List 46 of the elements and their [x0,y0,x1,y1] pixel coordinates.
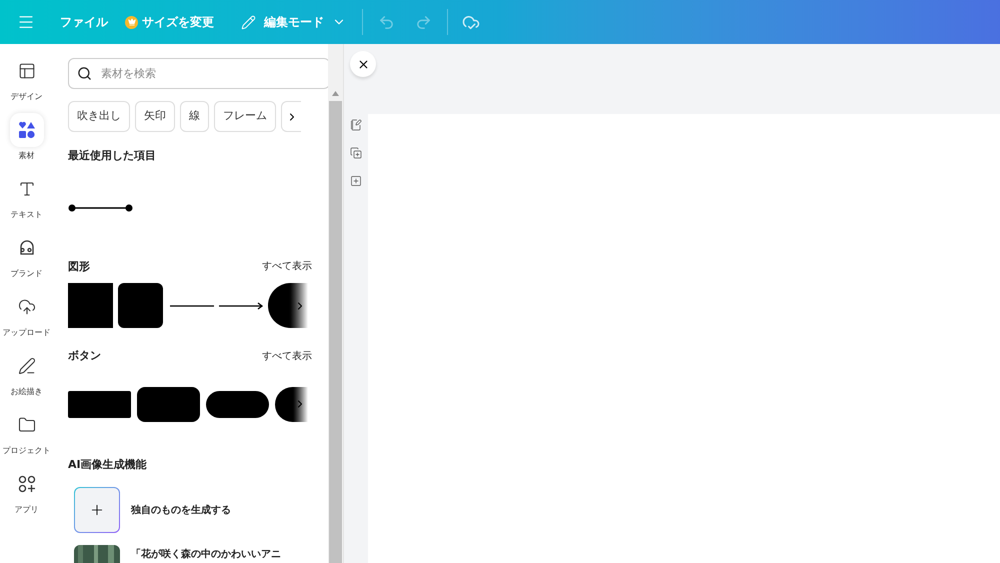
circle-button-shape[interactable] [275,386,308,422]
see-all-link[interactable]: すべて表示 [262,348,312,364]
ai-item[interactable]: 「花が咲く森の中のかわいいアニ [74,545,325,563]
sidebar-item[interactable]: アプリ [0,467,53,516]
notes-icon[interactable] [350,119,362,131]
line-shape[interactable] [170,304,214,308]
pill-button-shape[interactable] [206,390,269,418]
search-icon [77,66,92,81]
layout-icon [18,62,36,80]
search-field[interactable]: 素材を検索 [68,58,328,89]
ai-item[interactable]: 独自のものを生成する [74,487,325,533]
pencil-icon [241,14,256,30]
filter-chip[interactable]: 矢印 [135,101,175,132]
add-page-icon[interactable] [350,175,362,187]
filter-chip[interactable]: 吹き出し [68,101,130,132]
sidebar-item[interactable]: デザイン [0,54,53,103]
brand-icon [18,239,36,257]
apps-icon [18,475,36,493]
line-element[interactable] [68,202,134,212]
upload-icon [18,298,36,316]
close-button[interactable] [350,51,376,77]
section-title: 図形 [68,258,90,274]
see-all-link[interactable]: すべて表示 [262,259,312,274]
pen-icon [18,357,36,375]
sidebar-item[interactable]: 素材 [0,113,53,162]
scroll-up-icon[interactable] [332,91,339,96]
close-icon [356,58,370,70]
sidebar-item[interactable]: プロジェクト [0,408,53,457]
rounded-button-shape[interactable] [137,386,200,422]
scrollbar[interactable] [328,44,343,563]
filter-chip[interactable]: フレーム [214,101,276,132]
filter-chip[interactable]: 線 [180,101,209,132]
section-title: 最近使用した項目 [68,148,156,164]
plus-icon [89,502,105,518]
shapes-icon [18,121,36,139]
text-icon [18,180,36,198]
section-title: ボタン [68,348,101,364]
sidebar-item[interactable]: お絵描き [0,349,53,398]
sidebar-item[interactable]: アップロード [0,290,53,339]
folder-icon [18,416,36,434]
sidebar-item[interactable]: テキスト [0,172,53,221]
crown-icon [128,18,136,26]
duplicate-icon[interactable] [350,147,362,159]
section-title: AI画像生成機能 [68,456,147,472]
arrow-shape[interactable] [219,302,263,310]
sidebar-item[interactable]: ブランド [0,231,53,280]
